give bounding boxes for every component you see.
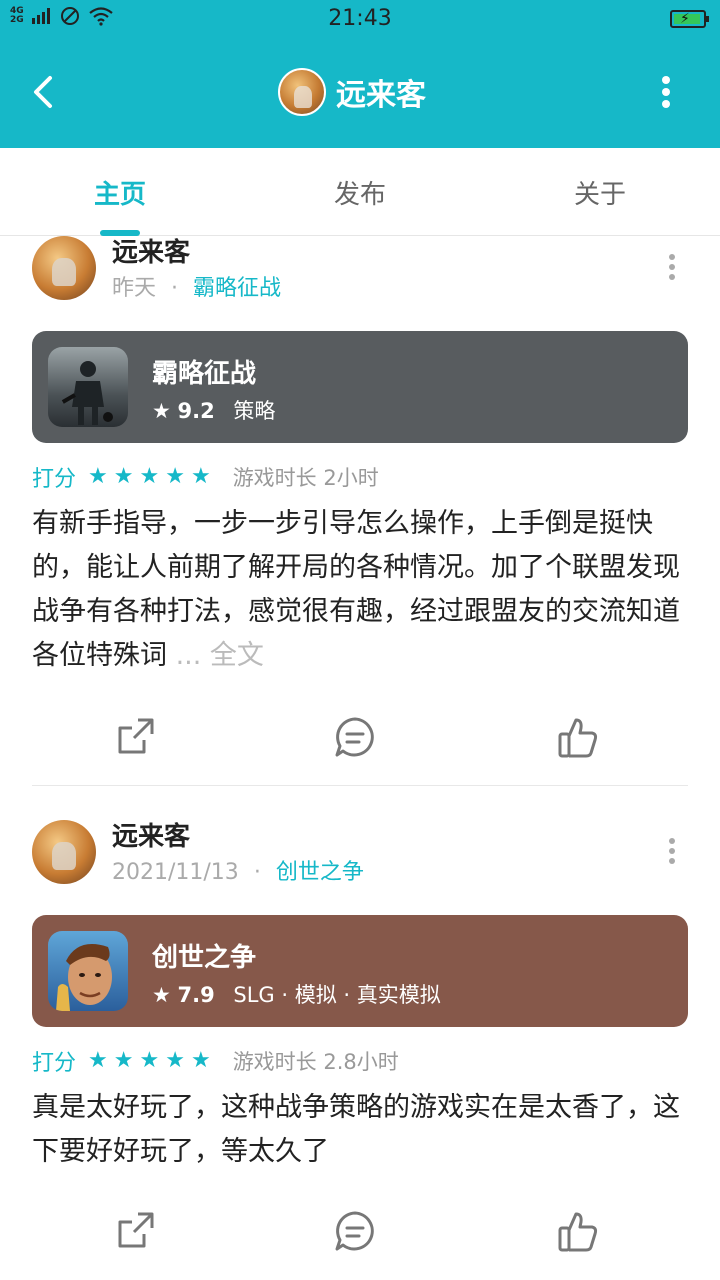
app-header: 4G 2G 21:43 ⚡ 远来客: [0, 0, 720, 148]
header-avatar[interactable]: [278, 68, 326, 116]
post-time: 2021/11/13: [112, 860, 239, 885]
star-icon: ★: [190, 1048, 211, 1073]
star-icon: ★: [88, 1048, 108, 1073]
post-game-link[interactable]: 创世之争: [276, 860, 364, 885]
playtime: 游戏时长 2.8小时: [232, 1050, 399, 1074]
star-icon: ★: [165, 1048, 185, 1073]
thumbs-up-icon[interactable]: [556, 716, 600, 760]
game-info: ★ 7.9 SLG · 模拟 · 真实模拟: [152, 979, 441, 1009]
avatar[interactable]: [32, 236, 96, 300]
post-meta: 昨天 · 霸略征战: [112, 270, 281, 302]
star-icon: ★: [165, 464, 185, 489]
tab-about[interactable]: 关于: [540, 174, 660, 211]
review-body: 真是太好玩了，这种战争策略的游戏实在是太香了，这下要好好玩了，等太久了: [32, 1092, 680, 1167]
game-tags: 策略: [233, 399, 276, 423]
comment-icon[interactable]: [333, 1209, 377, 1253]
star-rating: ★ ★ ★ ★ ★: [88, 466, 211, 488]
post-more-icon[interactable]: [667, 836, 677, 866]
game-title: 创世之争: [152, 943, 257, 973]
game-info: ★ 9.2 策略: [152, 395, 275, 425]
status-time: 21:43: [328, 6, 392, 31]
game-tags: SLG · 模拟 · 真实模拟: [233, 983, 441, 1007]
game-icon: [48, 347, 128, 427]
tab-publish[interactable]: 发布: [300, 174, 420, 211]
star-icon: ★: [152, 983, 171, 1007]
post-more-icon[interactable]: [667, 252, 677, 282]
rating-row: 打分 ★ ★ ★ ★ ★ 游戏时长 2.8小时: [32, 1046, 399, 1077]
review-text[interactable]: 有新手指导，一步一步引导怎么操作，上手倒是挺快的，能让人前期了解开局的各种情况。…: [32, 502, 692, 678]
share-icon[interactable]: [114, 1208, 158, 1252]
playtime: 游戏时长 2小时: [232, 466, 379, 490]
back-chevron-left-icon[interactable]: [28, 70, 68, 114]
post-game-link[interactable]: 霸略征战: [193, 276, 281, 301]
star-icon: ★: [88, 464, 108, 489]
review-text[interactable]: 真是太好玩了，这种战争策略的游戏实在是太香了，这下要好好玩了，等太久了: [32, 1086, 692, 1174]
rate-label: 打分: [32, 1051, 77, 1076]
post-username[interactable]: 远来客: [112, 232, 190, 269]
status-bar: 4G 2G 21:43 ⚡: [0, 0, 720, 40]
battery-icon: ⚡: [670, 10, 709, 28]
game-rating: 7.9: [177, 983, 215, 1007]
star-icon: ★: [139, 1048, 160, 1073]
post-meta: 2021/11/13 · 创世之争: [112, 854, 364, 886]
game-rating: 9.2: [177, 399, 215, 423]
post-time: 昨天: [112, 276, 157, 301]
tab-home[interactable]: 主页: [60, 174, 180, 211]
meta-separator: ·: [171, 276, 179, 301]
comment-icon[interactable]: [333, 715, 377, 759]
star-icon: ★: [139, 464, 160, 489]
share-icon[interactable]: [114, 714, 158, 758]
review-body: 有新手指导，一步一步引导怎么操作，上手倒是挺快的，能让人前期了解开局的各种情况。…: [32, 508, 680, 671]
meta-separator: ·: [253, 860, 261, 885]
star-rating: ★ ★ ★ ★ ★: [88, 1050, 211, 1072]
star-icon: ★: [113, 1048, 134, 1073]
post-username[interactable]: 远来客: [112, 816, 190, 853]
more-vertical-icon[interactable]: [656, 72, 676, 112]
thumbs-up-icon[interactable]: [556, 1210, 600, 1254]
star-icon: ★: [152, 399, 171, 423]
game-icon: [48, 931, 128, 1011]
avatar[interactable]: [32, 820, 96, 884]
game-card[interactable]: 霸略征战 ★ 9.2 策略: [32, 331, 688, 443]
game-card[interactable]: 创世之争 ★ 7.9 SLG · 模拟 · 真实模拟: [32, 915, 688, 1027]
post-divider: [32, 785, 688, 786]
rating-row: 打分 ★ ★ ★ ★ ★ 游戏时长 2小时: [32, 462, 379, 493]
game-title: 霸略征战: [152, 359, 257, 389]
star-icon: ★: [190, 464, 211, 489]
tab-bar: 主页 发布 关于: [0, 148, 720, 236]
read-more-link[interactable]: ... 全文: [176, 640, 264, 671]
header-title-group: 远来客: [278, 68, 426, 116]
rate-label: 打分: [32, 467, 77, 492]
page-title: 远来客: [336, 78, 426, 113]
star-icon: ★: [113, 464, 134, 489]
